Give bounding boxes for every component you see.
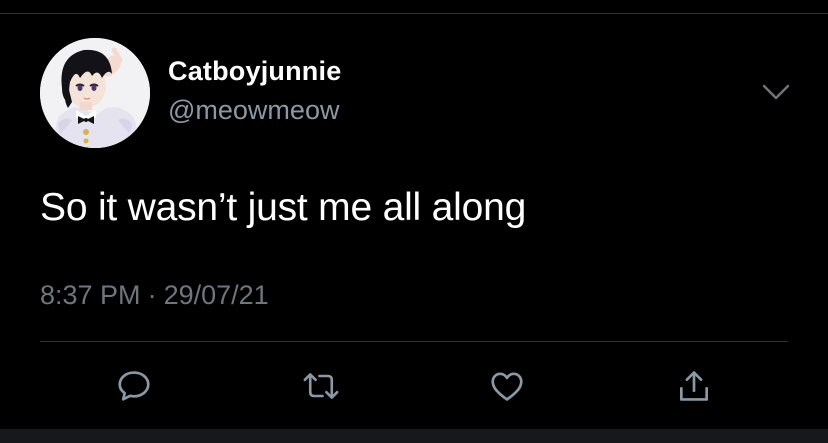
chevron-down-icon[interactable] <box>760 80 792 104</box>
anime-avatar-image <box>40 38 150 148</box>
bottom-bar <box>0 429 828 443</box>
reply-button[interactable] <box>112 364 156 408</box>
handle[interactable]: @meowmeow <box>168 95 339 126</box>
tweet-date: 29/07/21 <box>163 280 269 310</box>
share-upload-icon <box>679 371 709 401</box>
display-name[interactable]: Catboyjunnie <box>168 56 341 87</box>
retweet-button[interactable] <box>299 364 343 408</box>
share-button[interactable] <box>672 364 716 408</box>
tweet-text: So it wasn’t just me all along <box>40 186 527 229</box>
retweet-arrows-icon <box>303 373 339 399</box>
tweet-card: Catboyjunnie @meowmeow So it wasn’t just… <box>0 0 828 443</box>
speech-bubble-icon <box>118 371 150 401</box>
meta-separator: · <box>147 280 157 310</box>
like-button[interactable] <box>485 364 529 408</box>
tweet-time: 8:37 PM <box>40 280 141 310</box>
action-divider <box>40 341 788 342</box>
tweet-timestamp[interactable]: 8:37 PM · 29/07/21 <box>40 280 269 311</box>
avatar[interactable] <box>40 38 150 148</box>
heart-icon <box>491 372 523 401</box>
action-bar <box>0 360 828 412</box>
